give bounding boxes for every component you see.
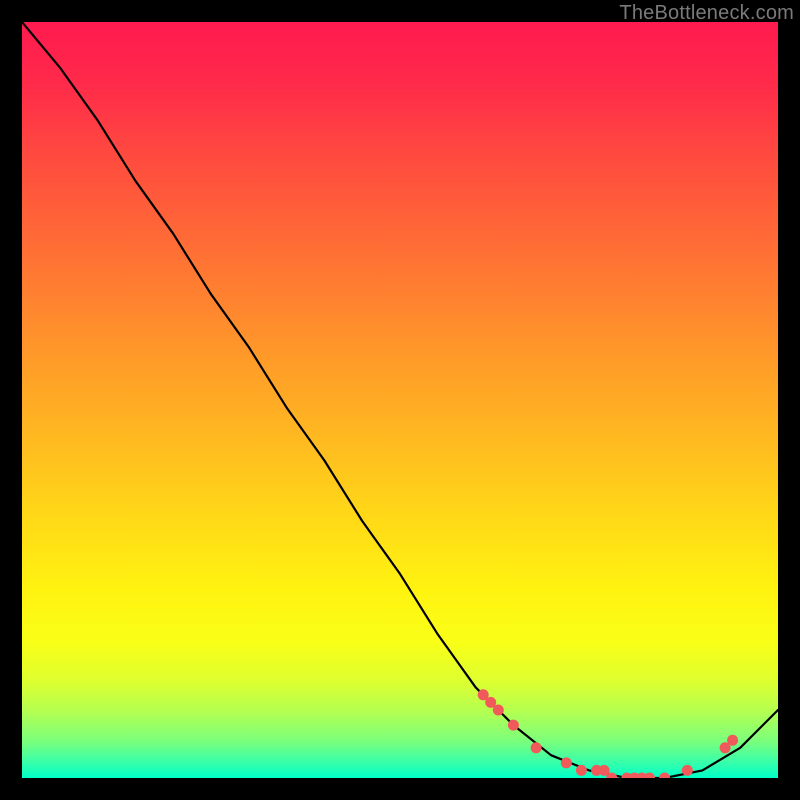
data-marker bbox=[659, 773, 670, 779]
data-marker bbox=[531, 742, 542, 753]
data-marker bbox=[508, 720, 519, 731]
bottleneck-curve bbox=[22, 22, 778, 778]
data-marker bbox=[644, 773, 655, 779]
data-marker bbox=[727, 735, 738, 746]
data-marker bbox=[493, 705, 504, 716]
chart-stage: TheBottleneck.com bbox=[0, 0, 800, 800]
data-marker bbox=[561, 757, 572, 768]
marker-group bbox=[478, 689, 738, 778]
data-marker bbox=[576, 765, 587, 776]
data-marker bbox=[682, 765, 693, 776]
curve-layer bbox=[22, 22, 778, 778]
plot-area bbox=[22, 22, 778, 778]
